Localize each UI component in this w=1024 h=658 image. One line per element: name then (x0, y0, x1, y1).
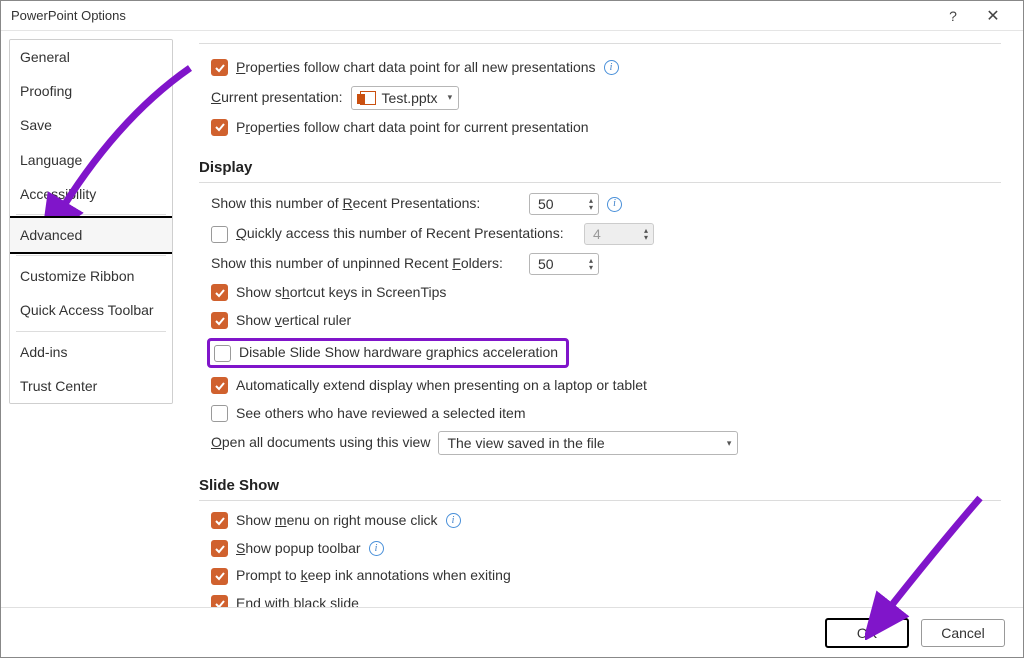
checkbox-see-others[interactable] (211, 405, 228, 422)
spinner-recent-presentations[interactable]: 50 ▴▾ (529, 193, 599, 215)
checkbox-properties-all[interactable] (211, 59, 228, 76)
checkbox-menu-right-click[interactable] (211, 512, 228, 529)
info-icon[interactable]: i (604, 60, 619, 75)
window-title: PowerPoint Options (11, 8, 126, 23)
label-menu-right-click: Show menu on right mouse click (236, 511, 438, 531)
label-shortcut-screentips: Show shortcut keys in ScreenTips (236, 283, 446, 303)
checkbox-prompt-ink[interactable] (211, 568, 228, 585)
checkbox-properties-current[interactable] (211, 119, 228, 136)
spinner-arrows-icon[interactable]: ▴▾ (586, 197, 596, 211)
section-slide-show: Slide Show (199, 477, 1001, 501)
spinner-quick-access-recent-value: 4 (593, 226, 601, 242)
label-see-others: See others who have reviewed a selected … (236, 404, 526, 424)
checkbox-shortcut-screentips[interactable] (211, 284, 228, 301)
checkbox-quick-access-recent[interactable] (211, 226, 228, 243)
label-prompt-ink: Prompt to keep ink annotations when exit… (236, 566, 511, 586)
info-icon[interactable]: i (369, 541, 384, 556)
chevron-down-icon: ▾ (723, 438, 732, 449)
spinner-arrows-icon[interactable]: ▴▾ (586, 257, 596, 271)
sidebar-item-quick-access-toolbar[interactable]: Quick Access Toolbar (10, 293, 172, 327)
label-quick-access-recent: Quickly access this number of Recent Pre… (236, 224, 576, 244)
spinner-quick-access-recent: 4 ▴▾ (584, 223, 654, 245)
powerpoint-file-icon (360, 91, 376, 105)
checkbox-end-black[interactable] (211, 595, 228, 607)
label-recent-folders: Show this number of unpinned Recent Fold… (211, 254, 521, 274)
spinner-recent-presentations-value: 50 (538, 196, 554, 212)
checkbox-vertical-ruler[interactable] (211, 312, 228, 329)
spinner-recent-folders-value: 50 (538, 256, 554, 272)
label-properties-current: Properties follow chart data point for c… (236, 118, 589, 138)
combo-open-view-value: The view saved in the file (447, 435, 604, 451)
label-auto-extend-display: Automatically extend display when presen… (236, 376, 647, 396)
label-current-presentation: Current presentation: (211, 88, 343, 108)
info-icon[interactable]: i (446, 513, 461, 528)
content-pane[interactable]: PProperties follow chart data point for … (181, 31, 1023, 607)
sidebar-item-proofing[interactable]: Proofing (10, 74, 172, 108)
combo-current-presentation[interactable]: Test.pptx ▾ (351, 86, 460, 110)
chevron-down-icon: ▾ (444, 92, 453, 103)
spinner-recent-folders[interactable]: 50 ▴▾ (529, 253, 599, 275)
sidebar-item-language[interactable]: Language (10, 143, 172, 177)
cancel-button[interactable]: Cancel (921, 619, 1005, 647)
help-button[interactable]: ? (933, 8, 973, 24)
combo-current-presentation-value: Test.pptx (382, 90, 438, 106)
label-vertical-ruler: Show vertical ruler (236, 311, 351, 331)
label-end-black: End with black slide (236, 594, 359, 607)
sidebar-item-accessibility[interactable]: Accessibility (10, 177, 172, 211)
ok-button[interactable]: OK (825, 618, 909, 648)
highlight-disable-hw-accel: Disable Slide Show hardware graphics acc… (207, 338, 569, 368)
close-button[interactable]: ✕ (973, 6, 1013, 26)
combo-open-view[interactable]: The view saved in the file ▾ (438, 431, 738, 455)
sidebar-item-trust-center[interactable]: Trust Center (10, 369, 172, 403)
label-popup-toolbar: Show popup toolbar (236, 539, 361, 559)
checkbox-disable-hw-accel[interactable] (214, 345, 231, 362)
sidebar: General Proofing Save Language Accessibi… (1, 31, 181, 607)
label-disable-hw-accel: Disable Slide Show hardware graphics acc… (239, 343, 558, 363)
checkbox-auto-extend-display[interactable] (211, 377, 228, 394)
sidebar-item-advanced[interactable]: Advanced (9, 216, 173, 254)
section-display: Display (199, 159, 1001, 183)
label-recent-presentations: Show this number of Recent Presentations… (211, 194, 521, 214)
sidebar-item-general[interactable]: General (10, 40, 172, 74)
sidebar-item-save[interactable]: Save (10, 108, 172, 142)
label-open-view: Open all documents using this view (211, 433, 430, 453)
sidebar-item-add-ins[interactable]: Add-ins (10, 335, 172, 369)
checkbox-popup-toolbar[interactable] (211, 540, 228, 557)
label-properties-all: PProperties follow chart data point for … (236, 58, 596, 78)
info-icon[interactable]: i (607, 197, 622, 212)
spinner-arrows-icon: ▴▾ (641, 227, 651, 241)
sidebar-item-customize-ribbon[interactable]: Customize Ribbon (10, 259, 172, 293)
